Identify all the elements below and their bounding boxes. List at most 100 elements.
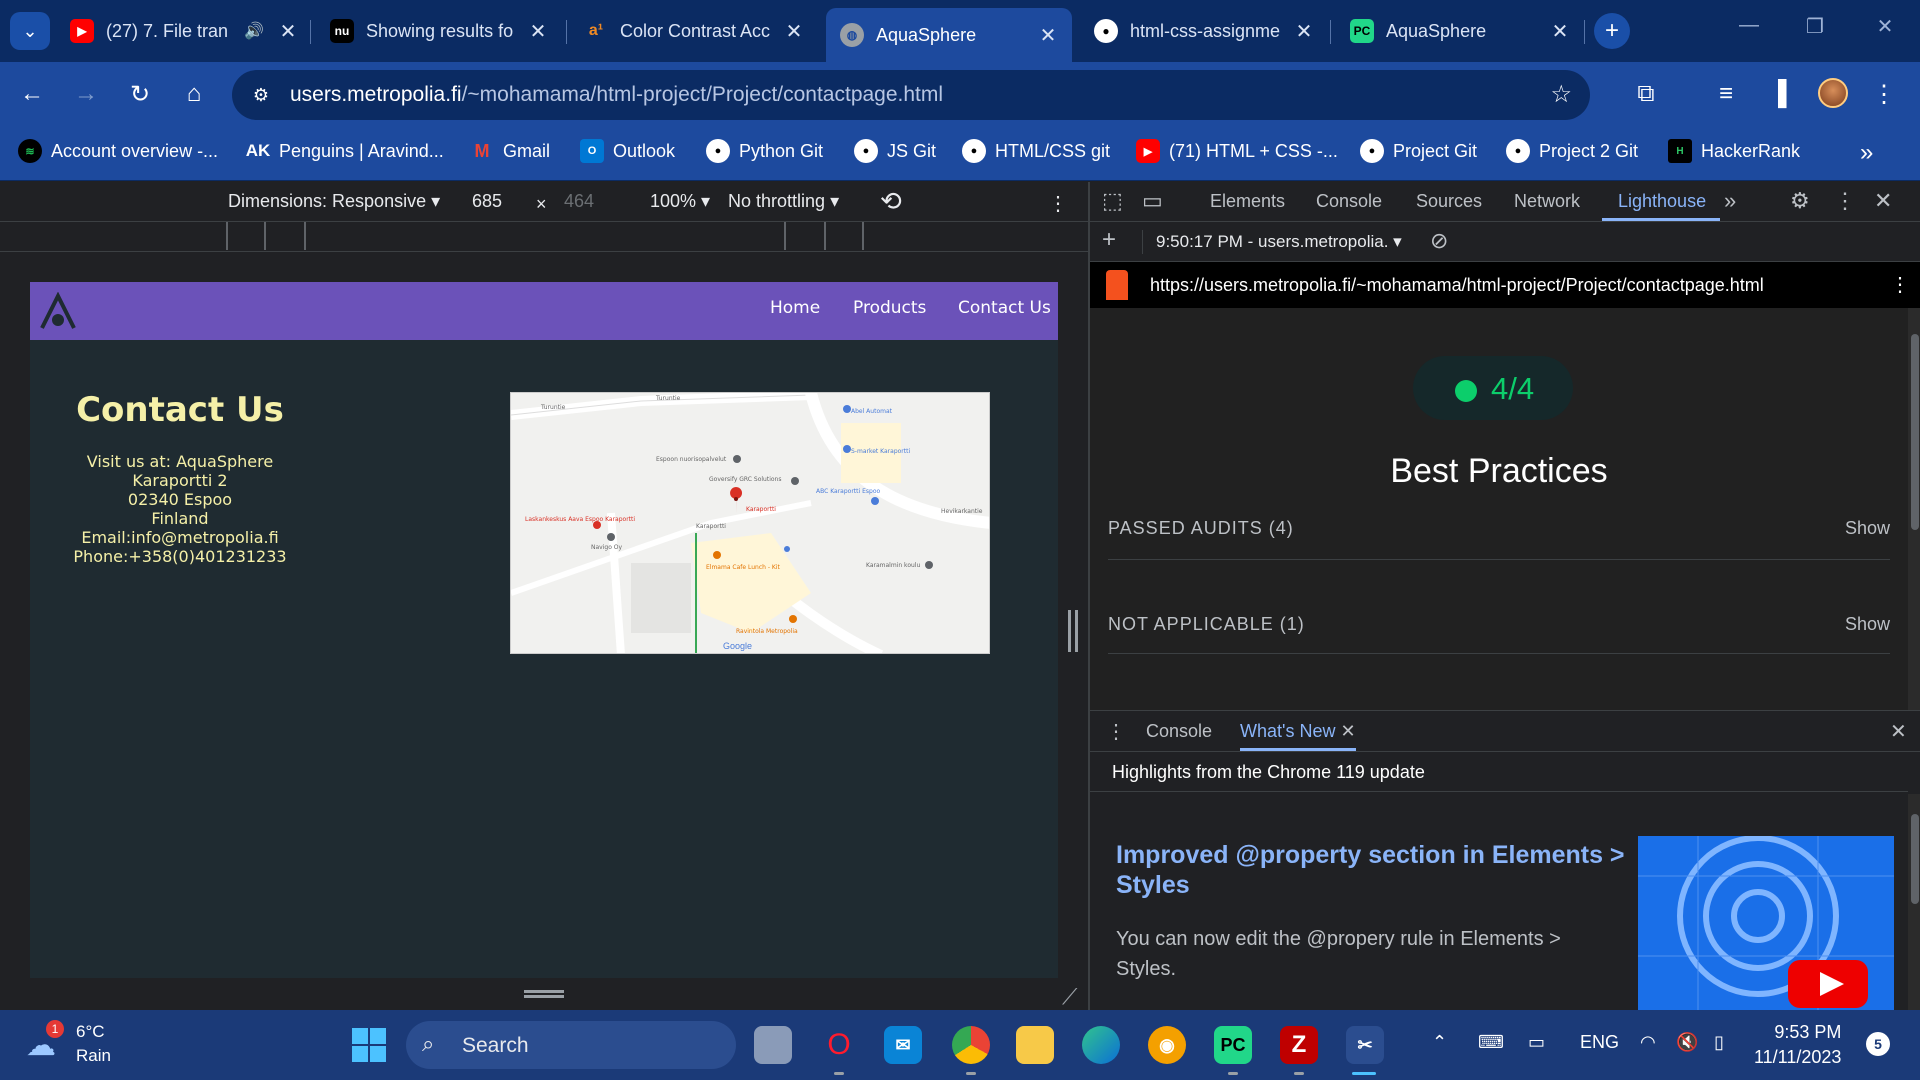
- language-indicator[interactable]: ENG: [1580, 1032, 1619, 1053]
- forward-icon[interactable]: →: [68, 76, 104, 112]
- rotate-icon[interactable]: ⟲: [880, 186, 902, 217]
- throttling-select[interactable]: No throttling ▾: [728, 191, 839, 212]
- tab-search-menu-button[interactable]: ⌄: [10, 12, 50, 50]
- bookmark-project-2-git[interactable]: ● Project 2 Git: [1506, 139, 1638, 163]
- close-tab-icon[interactable]: ✕: [1548, 19, 1572, 44]
- bookmark-star-icon[interactable]: ☆: [1550, 80, 1572, 109]
- viewport-resize-handle-bottom[interactable]: [524, 990, 564, 998]
- maximize-button[interactable]: ❐: [1800, 14, 1830, 39]
- close-tab-icon[interactable]: ✕: [526, 19, 550, 44]
- edge-icon[interactable]: [1082, 1026, 1120, 1064]
- report-select[interactable]: 9:50:17 PM - users.metropolia. ▾: [1156, 232, 1402, 252]
- tab-console[interactable]: Console: [1316, 191, 1382, 212]
- report-menu-icon[interactable]: ⋮: [1890, 272, 1910, 297]
- embedded-map[interactable]: Turuntie Turuntie Abel Automat S-market …: [510, 392, 990, 654]
- back-icon[interactable]: ←: [14, 76, 50, 112]
- tab-aquasphere-active[interactable]: ◍ AquaSphere ✕: [826, 8, 1072, 62]
- width-input[interactable]: 685: [472, 191, 502, 212]
- filezilla-icon[interactable]: Z: [1280, 1026, 1318, 1064]
- nav-products-link[interactable]: Products: [853, 298, 926, 318]
- minimize-button[interactable]: —: [1734, 14, 1764, 37]
- drawer-menu-icon[interactable]: ⋮: [1106, 719, 1126, 744]
- site-info-icon[interactable]: ⚙: [244, 79, 278, 111]
- device-more-icon[interactable]: ⋮: [1048, 191, 1068, 216]
- devtools-menu-icon[interactable]: ⋮: [1834, 188, 1856, 214]
- windows-start-icon[interactable]: [350, 1026, 388, 1064]
- more-tabs-icon[interactable]: »: [1724, 188, 1736, 214]
- pycharm-icon[interactable]: PC: [1214, 1026, 1252, 1064]
- speaker-icon[interactable]: 🔊: [244, 21, 266, 41]
- bookmark-youtube-html-css[interactable]: ▶ (71) HTML + CSS -...: [1136, 139, 1338, 163]
- opera-icon[interactable]: O: [820, 1026, 858, 1064]
- device-toggle-icon[interactable]: ▭: [1142, 188, 1163, 214]
- report-url[interactable]: https://users.metropolia.fi/~mohamama/ht…: [1150, 275, 1764, 296]
- browser-menu-icon[interactable]: ⋮: [1866, 76, 1902, 112]
- new-tab-button[interactable]: +: [1594, 13, 1630, 49]
- notification-badge[interactable]: 5: [1866, 1032, 1890, 1056]
- close-window-button[interactable]: ✕: [1870, 14, 1900, 39]
- system-clock[interactable]: 9:53 PM 11/11/2023: [1754, 1020, 1841, 1070]
- tab-sources[interactable]: Sources: [1416, 191, 1482, 212]
- brave-icon[interactable]: ◉: [1148, 1026, 1186, 1064]
- close-tab-icon[interactable]: ✕: [1292, 19, 1316, 44]
- chrome-icon[interactable]: [952, 1026, 990, 1064]
- bookmark-js-git[interactable]: ● JS Git: [854, 139, 936, 163]
- close-drawer-icon[interactable]: ✕: [1890, 719, 1907, 744]
- reading-list-icon[interactable]: ≡: [1708, 76, 1744, 112]
- profile-avatar[interactable]: [1818, 78, 1848, 108]
- audit-group-not-applicable[interactable]: NOT APPLICABLE (1) Show: [1108, 600, 1890, 654]
- bookmark-spotify[interactable]: ≋ Account overview -...: [18, 139, 218, 163]
- tab-network[interactable]: Network: [1514, 191, 1580, 212]
- more-bookmarks-icon[interactable]: »: [1860, 139, 1873, 167]
- tab-elements[interactable]: Elements: [1210, 191, 1285, 212]
- settings-gear-icon[interactable]: ⚙: [1790, 188, 1810, 214]
- viewport-resize-corner-icon[interactable]: ⟋: [1062, 984, 1084, 1009]
- height-input[interactable]: 464: [564, 191, 594, 212]
- tab-lighthouse[interactable]: Lighthouse: [1618, 191, 1706, 212]
- bookmark-penguins[interactable]: AK Penguins | Aravind...: [246, 139, 444, 163]
- tab-nu[interactable]: nu Showing results fo ✕: [330, 8, 550, 54]
- bookmark-outlook[interactable]: O Outlook: [580, 139, 675, 163]
- nav-home-link[interactable]: Home: [770, 298, 820, 318]
- wifi-icon[interactable]: ◠: [1640, 1032, 1656, 1053]
- close-tab-icon[interactable]: ✕: [782, 19, 806, 44]
- side-panel-icon[interactable]: ▐: [1760, 76, 1796, 112]
- drawer-scrollbar[interactable]: [1908, 794, 1920, 1010]
- drawer-tab-console[interactable]: Console: [1146, 721, 1212, 742]
- drawer-tab-whats-new[interactable]: What's New ✕: [1240, 711, 1356, 751]
- viewport-resize-handle-right[interactable]: [1068, 610, 1078, 652]
- whats-new-title[interactable]: Improved @property section in Elements >…: [1116, 840, 1636, 900]
- whats-new-video-thumbnail[interactable]: [1638, 836, 1894, 1010]
- dimensions-select[interactable]: Dimensions: Responsive ▾: [228, 191, 440, 212]
- show-hidden-icons-icon[interactable]: ⌃: [1432, 1032, 1447, 1053]
- task-view-icon[interactable]: [754, 1026, 792, 1064]
- bookmark-hackerrank[interactable]: H HackerRank: [1668, 139, 1800, 163]
- file-explorer-icon[interactable]: [1016, 1026, 1054, 1064]
- bookmark-html-css-git[interactable]: ● HTML/CSS git: [962, 139, 1110, 163]
- tab-aquasphere-pycharm[interactable]: PC AquaSphere ✕: [1350, 8, 1572, 54]
- audit-group-passed[interactable]: PASSED AUDITS (4) Show: [1108, 504, 1890, 560]
- extensions-icon[interactable]: ⧉: [1628, 76, 1664, 112]
- keyboard-icon[interactable]: ⌨: [1478, 1032, 1504, 1053]
- home-icon[interactable]: ⌂: [176, 76, 212, 112]
- mail-icon[interactable]: ✉: [884, 1026, 922, 1064]
- new-report-icon[interactable]: +: [1102, 226, 1116, 254]
- display-icon[interactable]: ▭: [1528, 1032, 1545, 1053]
- close-tab-icon[interactable]: ✕: [1036, 23, 1060, 48]
- bookmark-gmail[interactable]: M Gmail: [470, 139, 551, 163]
- volume-muted-icon[interactable]: 🔇: [1676, 1032, 1698, 1053]
- tab-youtube[interactable]: ▶ (27) 7. File tran 🔊 ✕: [70, 8, 300, 54]
- aquasphere-logo-icon[interactable]: [38, 292, 78, 330]
- show-button[interactable]: Show: [1845, 614, 1890, 635]
- taskbar-search[interactable]: ⌕ Search: [406, 1021, 736, 1069]
- report-scrollbar[interactable]: [1908, 308, 1920, 710]
- battery-icon[interactable]: ▯: [1714, 1032, 1724, 1053]
- show-button[interactable]: Show: [1845, 518, 1890, 539]
- close-drawer-tab-icon[interactable]: ✕: [1340, 721, 1355, 741]
- inspect-element-icon[interactable]: ⬚: [1102, 188, 1123, 214]
- bookmark-python-git[interactable]: ● Python Git: [706, 139, 823, 163]
- reload-icon[interactable]: ↻: [122, 76, 158, 112]
- nav-contact-link[interactable]: Contact Us: [958, 298, 1051, 318]
- url-text[interactable]: users.metropolia.fi/~mohamama/html-proje…: [290, 83, 943, 107]
- close-tab-icon[interactable]: ✕: [276, 19, 300, 44]
